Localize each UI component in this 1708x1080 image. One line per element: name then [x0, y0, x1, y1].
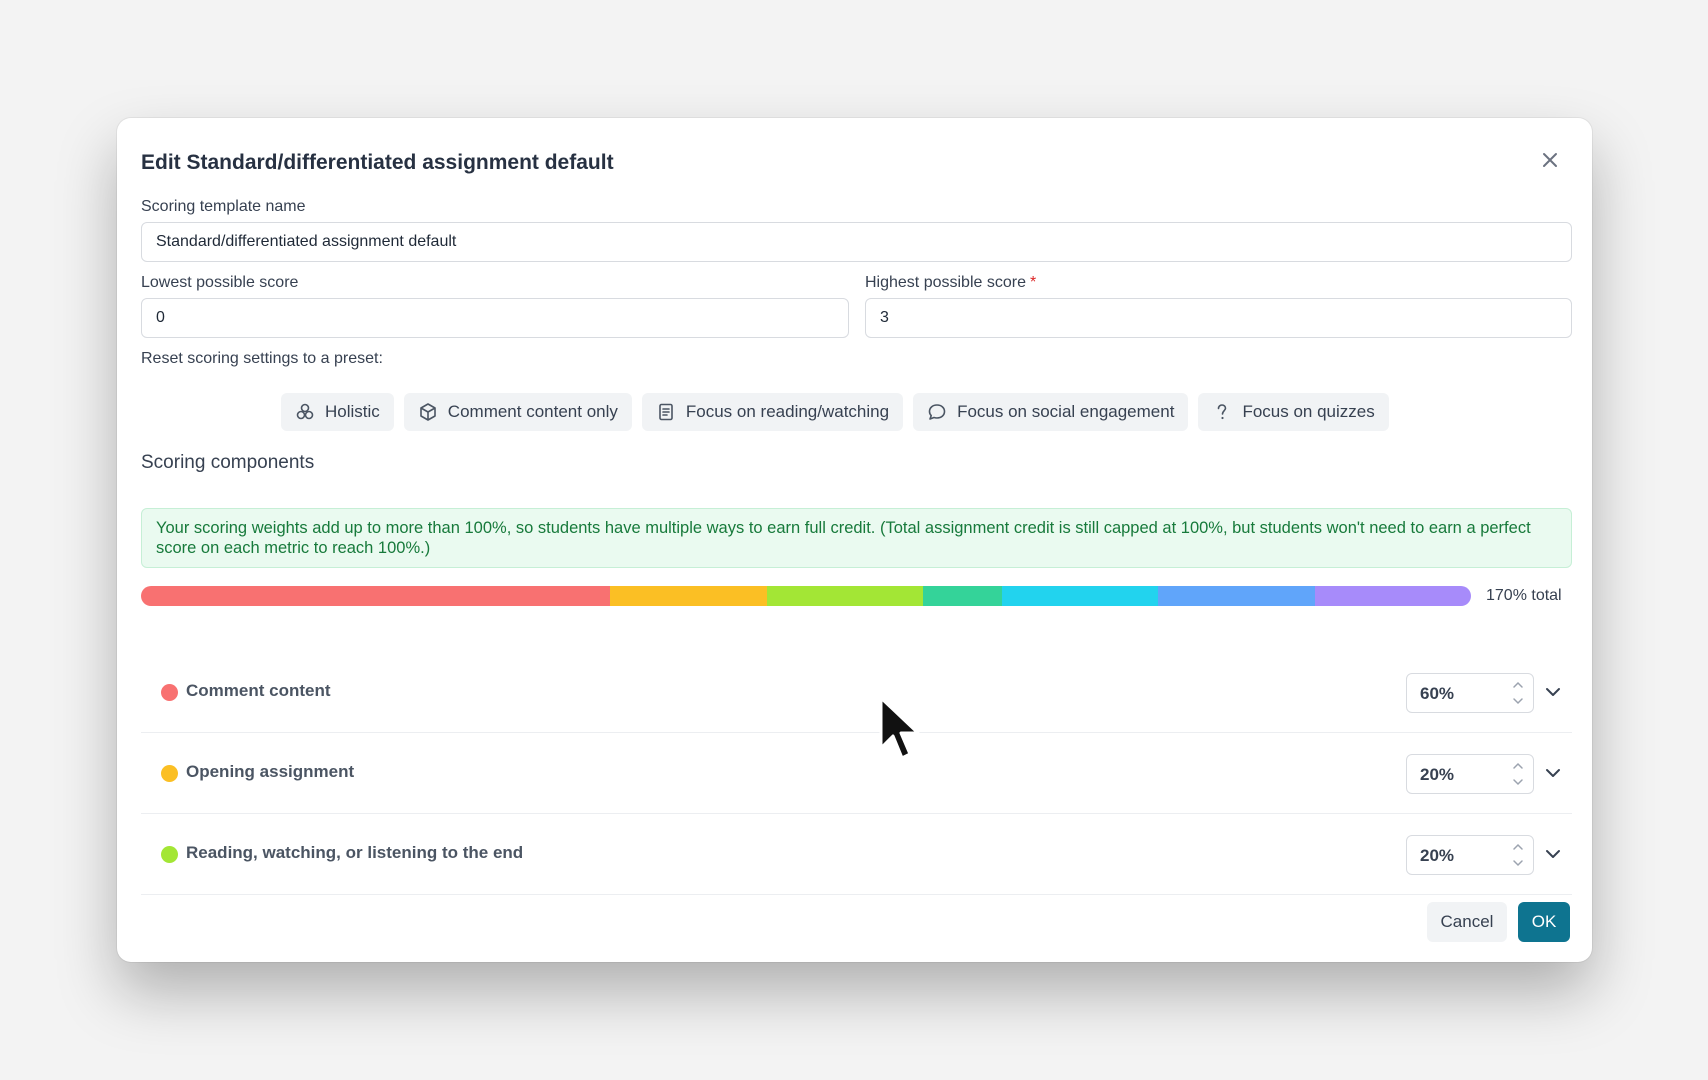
- weight-bar-segment-7: [1314, 586, 1471, 606]
- component-row-comment-content: Comment content 60%: [141, 652, 1572, 733]
- component-row-opening-assignment: Opening assignment 20%: [141, 733, 1572, 814]
- question-icon: [1218, 404, 1227, 420]
- mouse-pointer-icon: [879, 696, 920, 760]
- preset-comment-content-button[interactable]: Comment content only: [403, 393, 632, 431]
- weight-bar-segment-3: [766, 586, 924, 606]
- component-weight-input[interactable]: 20%: [1406, 835, 1534, 875]
- edit-scoring-dialog: Edit Standard/differentiated assignment …: [117, 118, 1592, 962]
- component-color-dot: [161, 684, 178, 701]
- template-name-input[interactable]: Standard/differentiated assignment defau…: [141, 222, 1572, 262]
- component-weight-input[interactable]: 20%: [1406, 754, 1534, 794]
- template-name-value: Standard/differentiated assignment defau…: [156, 233, 457, 250]
- document-icon: [659, 403, 673, 421]
- lowest-score-label: Lowest possible score: [141, 274, 299, 291]
- cube-icon: [419, 403, 436, 421]
- component-label: Opening assignment: [186, 762, 355, 781]
- component-weight-input[interactable]: 60%: [1406, 673, 1534, 713]
- preset-social-button[interactable]: Focus on social engagement: [913, 393, 1189, 431]
- highest-score-input[interactable]: 3: [865, 298, 1572, 338]
- preset-holistic-button[interactable]: Holistic: [281, 393, 394, 431]
- chat-bubble-icon: [928, 404, 946, 420]
- cancel-button[interactable]: Cancel: [1427, 902, 1507, 942]
- close-icon: [1543, 153, 1557, 167]
- preset-holistic-label: Holistic: [325, 402, 380, 421]
- preset-quizzes-label: Focus on quizzes: [1242, 402, 1375, 421]
- spinner-arrows-icon[interactable]: [1511, 679, 1525, 707]
- weight-bar-segment-5: [1001, 586, 1159, 606]
- component-weight-value: 20%: [1420, 765, 1455, 784]
- template-name-label: Scoring template name: [141, 198, 306, 215]
- chevron-down-icon[interactable]: [1541, 842, 1565, 866]
- scoring-component-list: Comment content 60% Opening assignment 2…: [141, 652, 1572, 895]
- weight-bar-segment-4: [923, 586, 1002, 606]
- preset-buttons: Holistic Comment content only Focus on r…: [281, 393, 1389, 431]
- preset-comment-content-label: Comment content only: [447, 402, 618, 421]
- preset-reading-button[interactable]: Focus on reading/watching: [641, 393, 904, 431]
- required-marker: *: [1029, 274, 1037, 291]
- chevron-down-icon[interactable]: [1541, 761, 1565, 785]
- close-button[interactable]: [1534, 144, 1566, 176]
- weight-distribution-bar: [141, 586, 1471, 606]
- dialog-title: Edit Standard/differentiated assignment …: [141, 151, 614, 174]
- weight-bar-segment-6: [1158, 586, 1315, 606]
- preset-social-label: Focus on social engagement: [957, 402, 1175, 421]
- highest-score-label-group: Highest possible score *: [865, 274, 1036, 292]
- weight-total-label: 170% total: [1486, 587, 1562, 604]
- component-row-reading-to-end: Reading, watching, or listening to the e…: [141, 814, 1572, 895]
- component-color-dot: [161, 846, 178, 863]
- component-color-dot: [161, 765, 178, 782]
- highest-score-value: 3: [880, 309, 889, 326]
- lowest-score-value: 0: [156, 309, 165, 326]
- spinner-arrows-icon[interactable]: [1511, 760, 1525, 788]
- component-weight-value: 60%: [1420, 684, 1455, 703]
- preset-label: Reset scoring settings to a preset:: [141, 350, 383, 367]
- component-weight-value: 20%: [1420, 846, 1455, 865]
- component-label: Reading, watching, or listening to the e…: [186, 843, 524, 862]
- weight-bar-segment-2: [610, 586, 767, 606]
- holistic-icon: [296, 403, 314, 420]
- preset-reading-label: Focus on reading/watching: [685, 402, 890, 421]
- spinner-arrows-icon[interactable]: [1511, 841, 1525, 869]
- lowest-score-input[interactable]: 0: [141, 298, 849, 338]
- chevron-down-icon[interactable]: [1541, 680, 1565, 704]
- weight-bar-segment-1: [141, 586, 611, 606]
- ok-button[interactable]: OK: [1518, 902, 1570, 942]
- component-label: Comment content: [186, 681, 331, 700]
- weights-notice: Your scoring weights add up to more than…: [141, 508, 1572, 568]
- scoring-components-heading: Scoring components: [141, 452, 315, 473]
- highest-score-label: Highest possible score: [865, 274, 1026, 291]
- preset-quizzes-button[interactable]: Focus on quizzes: [1198, 393, 1389, 431]
